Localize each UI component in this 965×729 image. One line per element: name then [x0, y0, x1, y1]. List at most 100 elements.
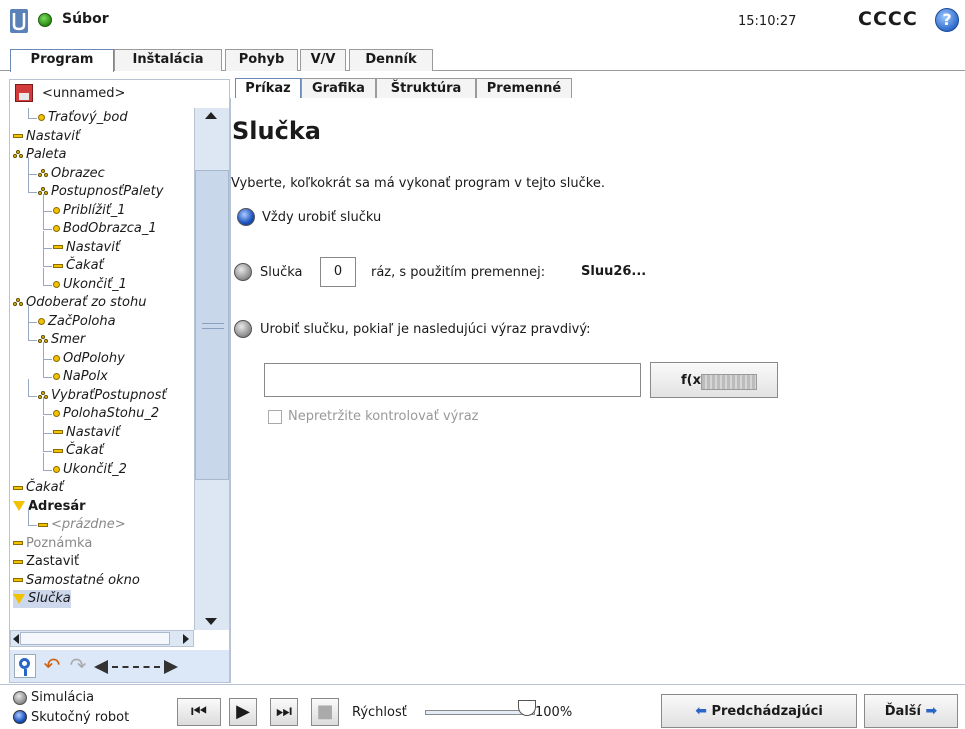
tree-node[interactable]: Čakať	[53, 257, 104, 275]
tree-node[interactable]: Čakať	[13, 479, 64, 497]
real-robot-label[interactable]: Skutočný robot	[31, 710, 129, 725]
tree-node-label: Slučka	[28, 591, 71, 606]
pallet-icon	[13, 298, 23, 307]
waypoint-icon	[53, 373, 60, 380]
help-icon[interactable]: ?	[935, 8, 959, 32]
skip-back-icon[interactable]: ⏮	[177, 698, 221, 726]
tree-node[interactable]: Samostatné okno	[13, 572, 140, 590]
redo-icon[interactable]: ↷	[66, 654, 90, 678]
tree-connector	[43, 414, 52, 415]
tab-log[interactable]: Denník	[349, 49, 433, 71]
tree-node[interactable]: Obrazec	[38, 165, 105, 183]
radio-count-loop[interactable]	[234, 263, 252, 281]
step-forward-icon[interactable]: ⏭	[270, 698, 298, 726]
simulation-label[interactable]: Simulácia	[31, 690, 94, 705]
save-icon[interactable]	[15, 84, 33, 102]
tree-node[interactable]: Nastaviť	[13, 128, 80, 146]
tree-node[interactable]: Čakať	[53, 442, 104, 460]
scroll-down-icon[interactable]	[205, 618, 217, 625]
tree-node[interactable]: Nastaviť	[53, 424, 120, 442]
option-expression-label[interactable]: Urobiť slučku, pokiaľ je nasledujúci výr…	[260, 322, 591, 337]
tree-node-label: Poznámka	[26, 535, 93, 551]
tree-connector	[43, 267, 44, 285]
tree-node[interactable]: ZačPoloha	[38, 313, 116, 331]
loop-description: Vyberte, koľkokrát sa má vykonať program…	[231, 176, 605, 191]
tree-node[interactable]: <prázdne>	[38, 516, 126, 534]
tree-node[interactable]: BodObrazca_1	[53, 220, 157, 238]
tree-connector	[28, 508, 29, 525]
tree-connector	[43, 434, 44, 451]
radio-always-loop[interactable]	[237, 208, 255, 226]
real-robot-radio[interactable]	[13, 710, 27, 724]
tree-node[interactable]: Ukončiť_1	[53, 276, 127, 294]
page-title: Slučka	[232, 117, 321, 145]
tree-node[interactable]: OdPolohy	[53, 350, 125, 368]
tab-graphics[interactable]: Grafika	[301, 78, 376, 100]
tree-hscroll-thumb[interactable]	[20, 632, 170, 645]
continuous-check-checkbox[interactable]	[268, 410, 282, 424]
move-node-icon[interactable]	[94, 658, 190, 674]
tree-node-label: Smer	[51, 332, 86, 347]
tab-io[interactable]: V/V	[300, 49, 346, 71]
scroll-right-icon[interactable]	[183, 634, 189, 644]
previous-button[interactable]: ⬅ Predchádzajúci	[661, 694, 857, 728]
tree-node[interactable]: Priblížiť_1	[53, 202, 126, 220]
tab-move[interactable]: Pohyb	[225, 49, 298, 71]
tree-node[interactable]: Paleta	[13, 146, 66, 164]
tree-node-label: Priblížiť_1	[63, 202, 126, 218]
tree-node-label: PostupnosťPalety	[51, 184, 164, 199]
tree-node[interactable]: Slučka	[13, 590, 71, 608]
tree-connector	[28, 118, 37, 119]
tree-node[interactable]: Adresár	[13, 498, 86, 516]
tab-program[interactable]: Program	[10, 49, 114, 72]
tree-node[interactable]: Odoberať zo stohu	[13, 294, 146, 312]
next-button[interactable]: Ďalší ➡	[864, 694, 958, 728]
stop-icon[interactable]: ■	[311, 698, 339, 726]
tree-node-label: VybraťPostupnosť	[51, 387, 167, 403]
tree-connector	[28, 108, 29, 118]
search-icon[interactable]	[14, 654, 36, 678]
option-always-label[interactable]: Vždy urobiť slučku	[262, 210, 381, 225]
tree-node[interactable]: Poznámka	[13, 535, 92, 553]
main-tabs: Program Inštalácia Pohyb V/V Denník	[0, 49, 965, 72]
expression-input[interactable]	[264, 363, 641, 397]
tree-node[interactable]: PostupnosťPalety	[38, 183, 163, 201]
tree-node[interactable]: Smer	[38, 331, 85, 349]
tree-connector	[28, 192, 37, 193]
tree-scroll-thumb[interactable]	[195, 170, 229, 480]
scroll-up-icon[interactable]	[205, 112, 217, 119]
tree-node-label: Odoberať zo stohu	[26, 295, 147, 310]
waypoint-icon	[53, 280, 60, 288]
robot-name: CCCC	[858, 8, 918, 30]
tree-connector	[43, 358, 52, 360]
simulation-radio[interactable]	[13, 691, 27, 705]
tree-node[interactable]: VybraťPostupnosť	[38, 387, 166, 405]
waypoint-icon	[53, 225, 60, 232]
loop-count-input[interactable]: 0	[320, 257, 356, 287]
radio-expression-loop[interactable]	[234, 320, 252, 338]
undo-icon[interactable]: ↶	[40, 654, 64, 678]
tree-node[interactable]: Zastaviť	[13, 553, 79, 571]
file-menu[interactable]: Súbor	[62, 11, 109, 27]
tree-node[interactable]: PolohaStohu_2	[53, 405, 159, 423]
arrow-left-icon: ⬅	[695, 703, 707, 719]
tree-node[interactable]: Ukončiť_2	[53, 461, 127, 479]
command-icon	[13, 578, 23, 582]
folder-icon	[13, 593, 25, 604]
tree-connector	[43, 193, 44, 211]
option-count-label[interactable]: Slučka	[260, 265, 303, 280]
option-count-suffix: ráz, s použitím premennej:	[371, 265, 546, 280]
command-icon	[53, 430, 63, 434]
play-icon[interactable]: ▶	[229, 698, 257, 726]
tab-installation[interactable]: Inštalácia	[114, 49, 222, 71]
tree-node[interactable]: Traťový_bod	[38, 109, 128, 127]
scroll-left-icon[interactable]	[13, 634, 19, 644]
program-name: <unnamed>	[42, 86, 126, 101]
tab-structure[interactable]: Štruktúra	[376, 78, 476, 100]
tree-node[interactable]: NaPolx	[53, 368, 108, 386]
command-icon	[13, 134, 23, 138]
tree-node[interactable]: Nastaviť	[53, 239, 120, 257]
tree-node-label: Nastaviť	[66, 239, 120, 255]
tab-variables[interactable]: Premenné	[476, 78, 572, 100]
tree-connector	[28, 323, 29, 340]
